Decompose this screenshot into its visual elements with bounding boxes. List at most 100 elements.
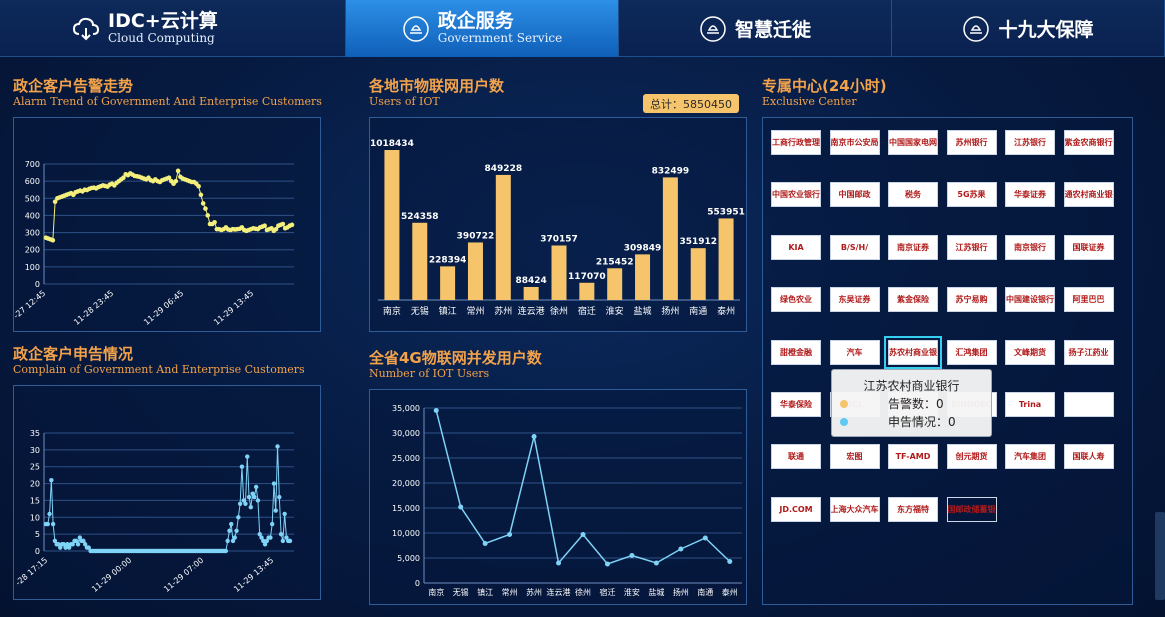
alarm-chart-box: 0 100 200 300 400 500 600 700 -27 12:45 11-28 23:…	[12, 117, 321, 332]
customer-logo[interactable]: 国联人寿	[1063, 444, 1114, 470]
customer-logo[interactable]: 苏宁易购	[946, 287, 997, 313]
customer-logo[interactable]: 文峰期货	[1005, 339, 1055, 365]
x-category-label: 徐州	[550, 305, 568, 317]
customer-logo[interactable]: 华泰保险	[771, 392, 821, 417]
tab-cloud-computing[interactable]: IDC+云计算 Cloud Computing	[0, 0, 346, 57]
y-tick-label: 15,000	[392, 504, 420, 513]
y-tick-label: 400	[25, 211, 40, 220]
customer-logo[interactable]: B/S/H/	[829, 234, 880, 260]
customer-logo[interactable]: 汇鸿集团	[946, 339, 997, 365]
cloud-download-icon	[72, 17, 100, 40]
lamp-icon	[963, 15, 990, 42]
concurrent-point	[678, 546, 684, 552]
concurrent-point	[458, 504, 464, 510]
y-tick-label: 0	[35, 280, 40, 289]
complain-point	[280, 538, 286, 544]
x-category-label: 泰州	[722, 587, 738, 597]
customer-logo[interactable]: 汽车集团	[1005, 444, 1055, 470]
customer-logo[interactable]: 南京银行	[1005, 234, 1055, 260]
bar-value-label: 524358	[401, 212, 439, 222]
customer-logo[interactable]: 国联证券	[1063, 234, 1114, 260]
customer-logo[interactable]: Trina	[1005, 392, 1055, 417]
alarm-point	[289, 222, 295, 228]
x-category-label: 泰州	[717, 305, 735, 317]
scrollbar[interactable]	[1155, 512, 1165, 600]
complain-chart-box: 0 5 10 15 20 25 30 35 -28 17:15 11-29 00:00 11-29 …	[13, 385, 321, 600]
concurrent-point	[433, 408, 439, 413]
y-tick-label: 100	[25, 263, 40, 272]
customer-logo[interactable]: 东吴证券	[829, 287, 880, 313]
customer-logo[interactable]: JD.COM	[771, 496, 821, 522]
complain-point	[47, 511, 52, 517]
customer-logo[interactable]: 汽车	[829, 339, 880, 365]
customer-logo[interactable]: KIA	[771, 234, 821, 260]
x-tick-label: 11-29 13:45	[232, 556, 275, 594]
customer-logo[interactable]: 中国农业银行	[771, 182, 821, 208]
customer-logo[interactable]: TF-AMD	[888, 444, 938, 470]
y-tick-label: 200	[25, 246, 40, 255]
alarm-point	[203, 206, 208, 211]
tab-congress-support[interactable]: 十九大保障	[892, 0, 1165, 57]
customer-logo[interactable]: 江苏农村商业银行	[884, 335, 942, 369]
customer-logo[interactable]: 南京市公安局	[829, 130, 880, 155]
customer-logo[interactable]: 华泰证券	[1005, 182, 1055, 208]
x-category-label: 常州	[502, 588, 518, 597]
tab-label: IDC+云计算	[108, 10, 218, 33]
x-category-label: 盐城	[634, 305, 652, 317]
customer-logo[interactable]: 东方福特	[888, 496, 938, 522]
customer-logo[interactable]: 江苏银行	[946, 234, 997, 260]
customer-logo[interactable]	[1063, 392, 1114, 417]
y-tick-label: 25,000	[392, 454, 420, 463]
tab-smart-migration[interactable]: 智慧迁徙	[619, 0, 892, 57]
x-tick-label: -27 12:45	[14, 289, 47, 321]
bar-value-label: 215452	[596, 257, 634, 267]
complain-chart: 0 5 10 15 20 25 30 35 -28 17:15 11-29 00:00 11-29 …	[14, 429, 294, 594]
y-tick-label: 600	[25, 177, 40, 186]
iot-bar	[523, 286, 539, 300]
iot-bar	[607, 268, 623, 300]
iot-bar	[718, 218, 734, 300]
tooltip-complain-row: 申告情况：0	[832, 413, 991, 430]
customer-logo[interactable]: 绿色农业	[771, 287, 821, 313]
customer-logo[interactable]: 南京证券	[888, 234, 938, 260]
customer-logo[interactable]: 扬子江药业	[1063, 339, 1114, 365]
alarm-point	[196, 183, 201, 189]
bar-value-label: 117070	[568, 272, 606, 282]
tab-government-service[interactable]: 政企服务 Government Service	[346, 0, 619, 57]
concurrent-point	[507, 532, 513, 537]
complain-point	[255, 498, 261, 503]
customer-logo[interactable]: 宏图	[829, 444, 880, 470]
customer-logo[interactable]: 中国建设银行	[1005, 287, 1055, 313]
customer-logo[interactable]: 紫金农商银行	[1063, 130, 1114, 155]
customer-logo[interactable]: 工商行政管理	[771, 130, 821, 155]
x-category-label: 宿迁	[578, 305, 596, 317]
x-tick-label: 11-29 13:45	[212, 289, 255, 327]
customer-logo[interactable]: 阿里巴巴	[1063, 287, 1114, 313]
customer-logo[interactable]: 甜橙金融	[771, 339, 821, 365]
customer-logo[interactable]: 上海大众汽车	[829, 496, 880, 522]
x-category-label: 镇江	[439, 305, 457, 317]
tooltip-alarm: 告警数：0	[888, 397, 944, 411]
customer-logo[interactable]: 江苏银行	[1005, 130, 1055, 155]
iot-bar	[635, 254, 651, 300]
iot-bar	[662, 177, 678, 300]
customer-logo[interactable]: 5G苏果	[946, 182, 997, 208]
complain-point	[227, 528, 232, 533]
alarm-chart: 0 100 200 300 400 500 600 700 -27 12:45 11-28 23:…	[12, 160, 295, 327]
customer-logo[interactable]: 税务	[888, 182, 938, 208]
customer-logo[interactable]: 联通	[771, 444, 821, 470]
top-nav: IDC+云计算 Cloud Computing 政企服务 Government …	[0, 0, 1165, 57]
customer-logo[interactable]: 苏州银行	[946, 130, 997, 155]
customer-logo[interactable]: 中国邮政储蓄银行	[946, 496, 997, 522]
customer-logo[interactable]: 中国邮政	[829, 182, 880, 208]
customer-logo[interactable]: 中国国家电网	[888, 130, 938, 155]
x-category-label: 连云港	[547, 587, 571, 597]
x-tick-label: 11-29 06:45	[142, 289, 185, 327]
complain-title: 政企客户申告情况	[13, 345, 134, 363]
y-tick-label: 35	[30, 429, 40, 438]
customer-logo[interactable]: 紫金保险	[888, 287, 938, 313]
customer-logo[interactable]: 创元期货	[946, 444, 997, 470]
customer-logo[interactable]: 南通农村商业银行	[1063, 182, 1114, 208]
complain-point	[268, 535, 273, 540]
total-badge: 总计：5850450	[643, 94, 739, 113]
